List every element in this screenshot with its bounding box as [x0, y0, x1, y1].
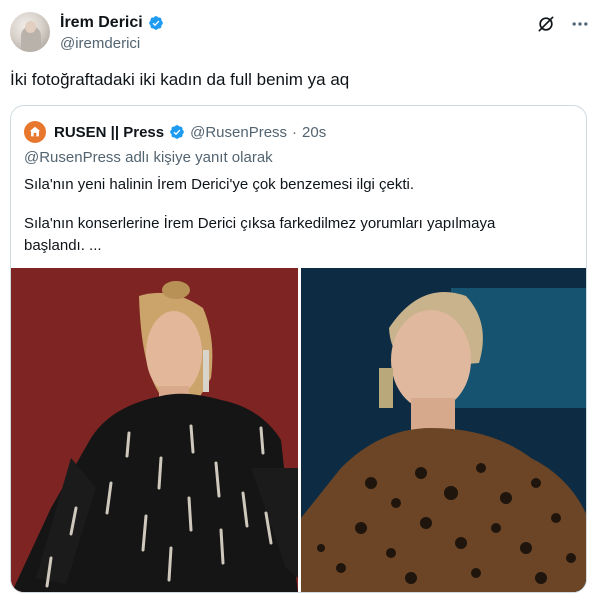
tweet-text: İki fotoğraftadaki iki kadın da full ben…	[10, 70, 350, 89]
quoted-tweet-header: RUSEN || Press @RusenPress · 20s	[24, 121, 326, 143]
quoted-text-line-2: Sıla'nın konserlerine İrem Derici çıksa …	[24, 215, 496, 232]
quoted-separator: ·	[292, 123, 298, 141]
photo-right[interactable]	[301, 268, 586, 592]
press-avatar[interactable]	[24, 121, 46, 143]
tweet-header: İrem Derici @iremderici	[10, 12, 590, 56]
header-actions	[536, 14, 590, 34]
quoted-handle[interactable]: @RusenPress	[190, 124, 287, 141]
quoted-text-line-3: başlandı. ...	[24, 237, 102, 254]
verified-badge-icon	[148, 16, 163, 30]
author-avatar[interactable]	[10, 12, 50, 52]
quoted-text-line-1: Sıla'nın yeni halinin İrem Derici'ye çok…	[24, 176, 415, 193]
house-logo-icon	[29, 126, 41, 137]
photo-left[interactable]	[11, 268, 298, 592]
photo-right-image	[301, 268, 586, 592]
quoted-display-name[interactable]: RUSEN || Press	[54, 124, 164, 141]
grok-icon[interactable]	[536, 14, 556, 34]
quoted-timestamp[interactable]: 20s	[302, 124, 326, 141]
reply-context[interactable]: @RusenPress adlı kişiye yanıt olarak	[24, 149, 273, 166]
quoted-verified-badge-icon	[170, 125, 184, 139]
avatar-face	[25, 21, 36, 33]
quoted-tweet-card[interactable]: RUSEN || Press @RusenPress · 20s @RusenP…	[10, 105, 587, 593]
author-display-name[interactable]: İrem Derici	[60, 14, 143, 32]
media-grid	[11, 268, 586, 592]
author-name-line: İrem Derici	[60, 14, 164, 32]
photo-left-image	[11, 268, 298, 592]
more-icon[interactable]	[570, 14, 590, 34]
author-handle[interactable]: @iremderici	[60, 35, 140, 52]
